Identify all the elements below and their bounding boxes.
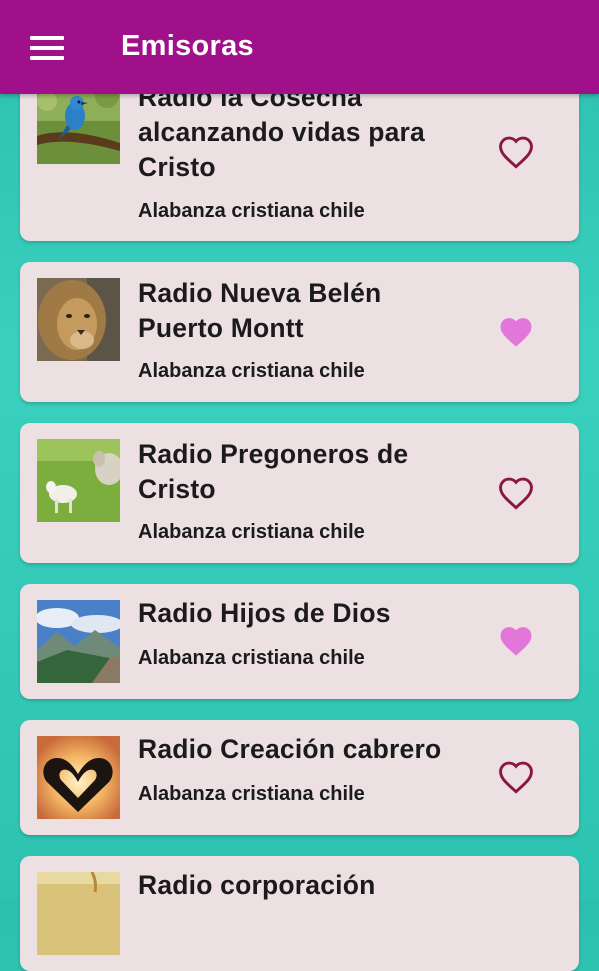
station-subtitle: Alabanza cristiana chile — [138, 783, 365, 805]
station-title: Radio Hijos de Dios — [138, 596, 484, 631]
station-title-line: Cristo — [138, 474, 216, 504]
station-title: Radio Creación cabrero — [138, 732, 484, 767]
favorite-heart-outline-icon[interactable] — [497, 476, 535, 510]
station-title-line: Radio Hijos de Dios — [138, 598, 391, 628]
station-subtitle: Alabanza cristiana chile — [138, 647, 365, 669]
station-image-heart-hands — [37, 736, 120, 819]
station-subtitle: Alabanza cristiana chile — [138, 521, 365, 543]
station-card[interactable]: Radio Hijos de Dios Alabanza cristiana c… — [20, 584, 579, 699]
station-image-field — [37, 872, 120, 955]
station-title-line: Cristo — [138, 152, 216, 182]
station-image-sheep — [37, 439, 120, 522]
station-card[interactable]: Radio Creación cabrero Alabanza cristian… — [20, 720, 579, 835]
station-card[interactable]: Radio Nueva Belén Puerto Montt Alabanza … — [20, 262, 579, 402]
favorite-heart-outline-icon[interactable] — [497, 760, 535, 794]
station-subtitle: Alabanza cristiana chile — [138, 360, 365, 382]
station-title: Radio Pregoneros de Cristo — [138, 437, 484, 507]
page-title: Emisoras — [121, 30, 254, 62]
app-bar: Emisoras — [0, 0, 599, 94]
station-title-line: Radio Creación cabrero — [138, 734, 442, 764]
station-title-line: alcanzando vidas para — [138, 117, 425, 147]
station-card[interactable]: Radio la Cosecha alcanzando vidas para C… — [20, 70, 579, 241]
station-title-line: Radio Pregoneros de — [138, 439, 409, 469]
station-title-line: Radio Nueva Belén — [138, 278, 382, 308]
station-card[interactable]: Radio Pregoneros de Cristo Alabanza cris… — [20, 423, 579, 563]
station-title: Radio corporación — [138, 868, 484, 903]
station-title: Radio Nueva Belén Puerto Montt — [138, 276, 484, 346]
favorite-heart-filled-icon[interactable] — [497, 315, 535, 349]
station-card[interactable]: Radio corporación — [20, 856, 579, 971]
station-list[interactable]: Radio la Cosecha alcanzando vidas para C… — [0, 0, 599, 971]
station-title-line: Puerto Montt — [138, 313, 304, 343]
favorite-heart-outline-icon[interactable] — [497, 135, 535, 169]
station-image-lion — [37, 278, 120, 361]
station-title-line: Radio corporación — [138, 870, 376, 900]
favorite-heart-filled-icon[interactable] — [497, 624, 535, 658]
hamburger-menu-icon[interactable] — [30, 36, 64, 60]
station-subtitle: Alabanza cristiana chile — [138, 200, 365, 222]
station-title: Radio la Cosecha alcanzando vidas para C… — [138, 80, 484, 185]
station-image-mountains — [37, 600, 120, 683]
